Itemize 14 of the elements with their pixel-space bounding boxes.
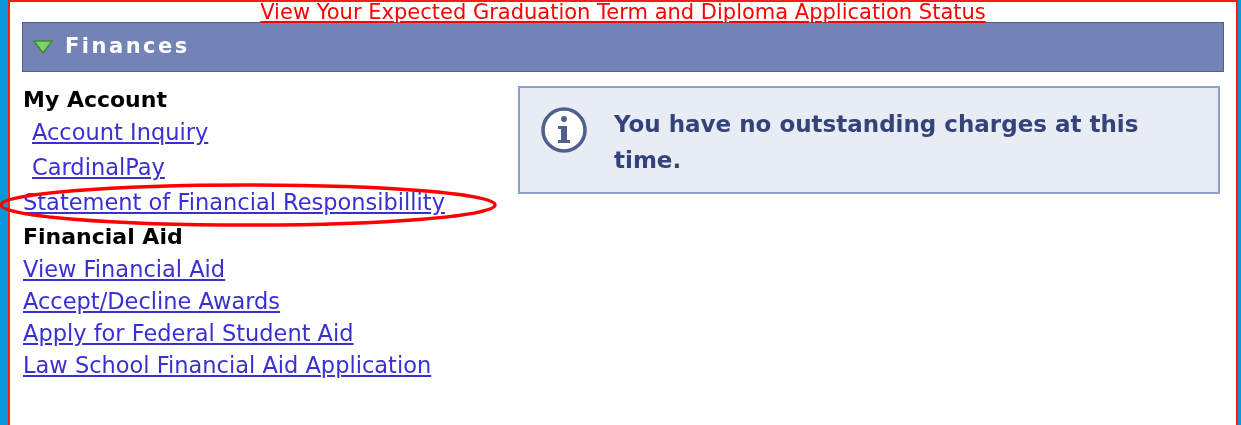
nav-link[interactable]: Accept/Decline Awards <box>23 287 281 315</box>
group-heading: Financial Aid <box>23 224 183 250</box>
info-icon <box>540 106 588 154</box>
nav-link[interactable]: Account Inquiry <box>32 118 209 146</box>
graduation-status-link[interactable]: View Your Expected Graduation Term and Diploma Application Status <box>260 2 986 22</box>
section-title: Finances <box>65 33 190 61</box>
expand-triangle-icon[interactable] <box>33 40 53 54</box>
info-message: You have no outstanding charges at this time. <box>614 110 1140 175</box>
group-heading: My Account <box>23 87 167 113</box>
section-header[interactable]: Finances <box>22 22 1224 72</box>
nav-link[interactable]: Law School Financial Aid Application <box>23 351 432 379</box>
nav-link[interactable]: View Financial Aid <box>23 255 226 283</box>
nav-link[interactable]: CardinalPay <box>32 153 165 181</box>
nav-link[interactable]: Apply for Federal Student Aid <box>23 319 354 347</box>
